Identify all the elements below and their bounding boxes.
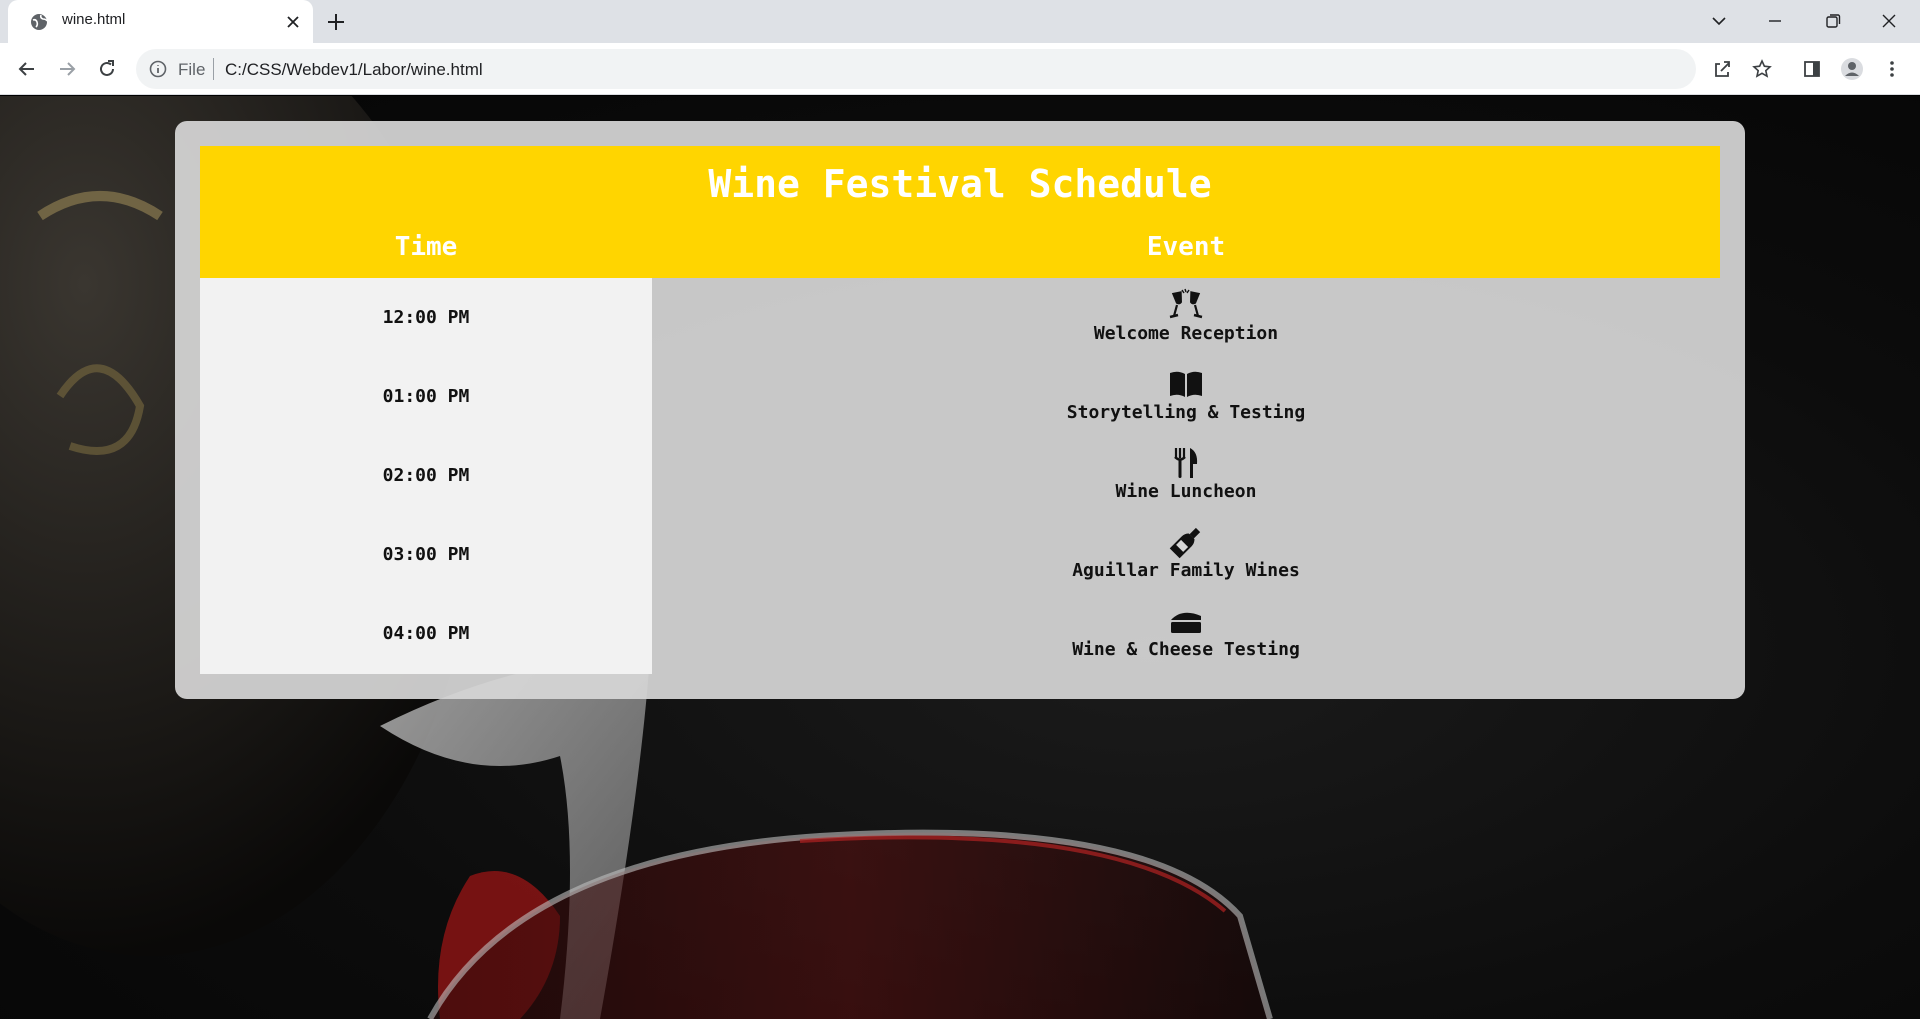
side-panel-icon: [1804, 61, 1820, 77]
schedule-table: Wine Festival Schedule Time Event 12:00 …: [200, 146, 1720, 674]
tab-search-button[interactable]: [1696, 6, 1742, 36]
menu-button[interactable]: [1879, 56, 1905, 82]
scheme-label: File: [178, 60, 206, 79]
book-icon: [1170, 371, 1202, 397]
page-viewport: Wine Festival Schedule Time Event 12:00 …: [0, 96, 1920, 1019]
wine-bottle-icon: [1169, 527, 1201, 559]
url-text[interactable]: C:/CSS/Webdev1/Labor/wine.html: [225, 60, 483, 80]
row-time: 02:00 PM: [382, 465, 470, 486]
address-separator: [213, 58, 214, 80]
close-icon: [1882, 14, 1896, 28]
avatar-icon: [1841, 58, 1863, 80]
row-event: Storytelling & Testing: [652, 357, 1720, 436]
utensils-icon: [1174, 448, 1198, 478]
event-label: Wine Luncheon: [1115, 481, 1257, 502]
side-panel-button[interactable]: [1799, 56, 1825, 82]
tab-strip: wine.html: [0, 0, 1920, 43]
schedule-card: Wine Festival Schedule Time Event 12:00 …: [175, 121, 1745, 699]
info-icon[interactable]: [148, 59, 168, 79]
address-bar[interactable]: File C:/CSS/Webdev1/Labor/wine.html: [136, 49, 1696, 89]
chevron-down-icon: [1712, 17, 1726, 26]
minimize-icon: [1769, 20, 1781, 22]
back-button[interactable]: [14, 56, 40, 82]
schedule-header: Wine Festival Schedule Time Event: [200, 146, 1720, 278]
new-tab-icon[interactable]: [323, 9, 349, 35]
cheese-icon: [1171, 612, 1201, 633]
close-window-button[interactable]: [1866, 6, 1912, 36]
tab-title: wine.html: [62, 11, 126, 28]
row-event: Wine & Cheese Testing: [652, 594, 1720, 673]
restore-icon: [1826, 14, 1841, 28]
event-label: Aguillar Family Wines: [1072, 560, 1300, 581]
globe-icon: [31, 14, 48, 30]
profile-button[interactable]: [1839, 56, 1865, 82]
event-label: Welcome Reception: [1093, 323, 1279, 344]
reload-button[interactable]: [94, 56, 120, 82]
event-label: Wine & Cheese Testing: [1072, 639, 1300, 660]
column-header-time: Time: [394, 232, 458, 262]
row-time: 01:00 PM: [382, 386, 470, 407]
row-event: Aguillar Family Wines: [652, 515, 1720, 594]
wine-glasses-icon: [1169, 288, 1203, 319]
row-event: Welcome Reception: [652, 278, 1720, 357]
page-title: Wine Festival Schedule: [708, 162, 1212, 206]
share-button[interactable]: [1709, 56, 1735, 82]
minimize-button[interactable]: [1752, 6, 1798, 36]
forward-button[interactable]: [54, 56, 80, 82]
share-icon: [1715, 61, 1730, 77]
arrow-right-icon: [60, 62, 76, 76]
browser-toolbar: File C:/CSS/Webdev1/Labor/wine.html: [0, 43, 1920, 95]
tab-wine-html[interactable]: wine.html: [8, 0, 313, 43]
column-header-event: Event: [1146, 232, 1226, 262]
reload-icon: [100, 60, 114, 76]
row-time: 04:00 PM: [382, 623, 470, 644]
kebab-menu-icon: [1890, 61, 1894, 77]
star-icon: [1752, 59, 1772, 78]
row-event: Wine Luncheon: [652, 436, 1720, 515]
close-tab-icon[interactable]: [282, 11, 304, 33]
bookmark-button[interactable]: [1749, 56, 1775, 82]
row-time: 12:00 PM: [382, 307, 470, 328]
row-time: 03:00 PM: [382, 544, 470, 565]
restore-button[interactable]: [1810, 6, 1856, 36]
arrow-left-icon: [18, 62, 34, 76]
event-label: Storytelling & Testing: [1066, 402, 1306, 423]
